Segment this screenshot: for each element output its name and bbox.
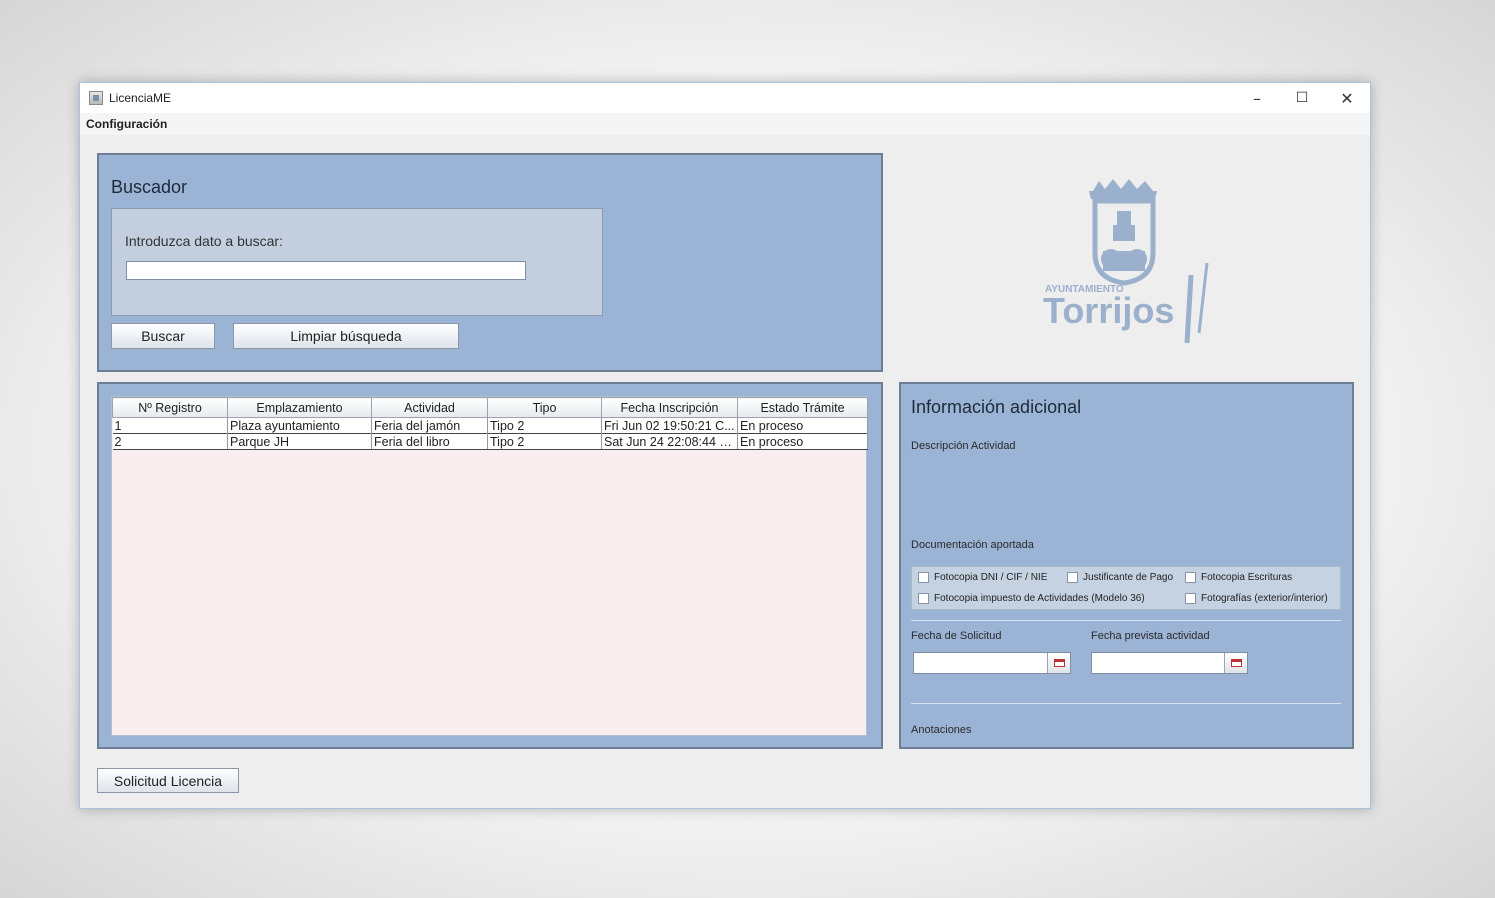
- table-cell: Feria del jamón: [371, 417, 488, 434]
- window-title: LicenciaME: [109, 91, 172, 105]
- results-panel: Nº Registro Emplazamiento Actividad Tipo…: [97, 382, 883, 749]
- request-date-calendar-button[interactable]: [1047, 653, 1070, 673]
- planned-date-calendar-button[interactable]: [1224, 653, 1247, 673]
- divider: [911, 620, 1341, 621]
- table-cell: Parque JH: [227, 433, 372, 450]
- checkbox[interactable]: [1067, 572, 1078, 583]
- close-icon[interactable]: ✕: [1324, 83, 1370, 113]
- table-cell: En proceso: [737, 433, 868, 450]
- doc-payment-checkbox-row[interactable]: Justificante de Pago: [1067, 572, 1173, 583]
- column-header[interactable]: Nº Registro: [112, 397, 228, 418]
- checkbox[interactable]: [1185, 572, 1196, 583]
- table-cell: Tipo 2: [487, 417, 602, 434]
- table-header-row: Nº Registro Emplazamiento Actividad Tipo…: [112, 397, 868, 418]
- menu-configuracion[interactable]: Configuración: [86, 117, 167, 131]
- column-header[interactable]: Emplazamiento: [227, 397, 372, 418]
- results-table-scroll[interactable]: Nº Registro Emplazamiento Actividad Tipo…: [111, 396, 868, 736]
- search-prompt-label: Introduzca dato a buscar:: [125, 233, 283, 249]
- app-icon: [89, 91, 103, 105]
- planned-date-label: Fecha prevista actividad: [1091, 630, 1210, 642]
- license-request-button[interactable]: Solicitud Licencia: [97, 768, 239, 793]
- table-cell: Plaza ayuntamiento: [227, 417, 372, 434]
- calendar-icon: [1230, 659, 1242, 667]
- table-cell: Feria del libro: [371, 433, 488, 450]
- minimize-icon[interactable]: –: [1234, 83, 1280, 113]
- search-panel: Buscador Introduzca dato a buscar: Busca…: [97, 153, 883, 372]
- checkbox[interactable]: [918, 572, 929, 583]
- table-row[interactable]: 1 Plaza ayuntamiento Feria del jamón Tip…: [112, 417, 868, 434]
- search-button[interactable]: Buscar: [111, 323, 215, 349]
- column-header[interactable]: Tipo: [487, 397, 602, 418]
- documents-box: Fotocopia DNI / CIF / NIE Justificante d…: [911, 566, 1341, 610]
- additional-info-panel: Información adicional Descripción Activi…: [899, 382, 1354, 749]
- column-header[interactable]: Estado Trámite: [737, 397, 868, 418]
- torrijos-logo: AYUNTAMIENTO Torrijos: [1043, 179, 1209, 344]
- search-input[interactable]: [126, 261, 526, 280]
- request-date-field[interactable]: [913, 652, 1071, 674]
- checkbox-label: Fotocopia Escrituras: [1201, 572, 1293, 583]
- doc-tax-checkbox-row[interactable]: Fotocopia impuesto de Actividades (Model…: [918, 593, 1145, 604]
- table-cell: En proceso: [737, 417, 868, 434]
- search-panel-title: Buscador: [111, 177, 188, 197]
- logo-stroke-2: [1197, 262, 1209, 334]
- checkbox[interactable]: [1185, 593, 1196, 604]
- additional-info-title: Información adicional: [911, 397, 1082, 417]
- request-date-label: Fecha de Solicitud: [911, 630, 1002, 642]
- table-cell: Fri Jun 02 19:50:21 C...: [601, 417, 738, 434]
- table-row[interactable]: 2 Parque JH Feria del libro Tipo 2 Sat J…: [112, 433, 868, 450]
- description-label: Descripción Actividad: [911, 440, 1016, 452]
- clear-search-button[interactable]: Limpiar búsqueda: [233, 323, 459, 349]
- results-table: Nº Registro Emplazamiento Actividad Tipo…: [112, 397, 868, 450]
- divider: [911, 703, 1341, 704]
- app-window: LicenciaME – ☐ ✕ Configuración Buscador …: [79, 82, 1371, 809]
- planned-date-field[interactable]: [1091, 652, 1248, 674]
- crown-icon: [1089, 179, 1157, 199]
- doc-dni-checkbox-row[interactable]: Fotocopia DNI / CIF / NIE: [918, 572, 1047, 583]
- table-cell: Sat Jun 24 22:08:44 C...: [601, 433, 738, 450]
- doc-deeds-checkbox-row[interactable]: Fotocopia Escrituras: [1185, 572, 1292, 583]
- logo-big-text: Torrijos: [1043, 290, 1174, 331]
- logo-stroke-1: [1184, 274, 1194, 344]
- table-cell: 2: [112, 433, 228, 450]
- checkbox-label: Fotocopia DNI / CIF / NIE: [934, 572, 1048, 583]
- column-header[interactable]: Fecha Inscripción: [601, 397, 738, 418]
- title-bar[interactable]: LicenciaME – ☐ ✕: [80, 83, 1370, 113]
- maximize-icon[interactable]: ☐: [1279, 83, 1325, 113]
- notes-label: Anotaciones: [911, 724, 972, 736]
- checkbox[interactable]: [918, 593, 929, 604]
- search-box: Introduzca dato a buscar:: [111, 208, 603, 316]
- calendar-icon: [1053, 659, 1065, 667]
- checkbox-label: Justificante de Pago: [1083, 572, 1174, 583]
- column-header[interactable]: Actividad: [371, 397, 488, 418]
- table-cell: Tipo 2: [487, 433, 602, 450]
- documentation-label: Documentación aportada: [911, 539, 1034, 551]
- menu-bar: Configuración: [80, 113, 1370, 135]
- checkbox-label: Fotocopia impuesto de Actividades (Model…: [934, 593, 1145, 604]
- table-cell: 1: [112, 417, 228, 434]
- checkbox-label: Fotografías (exterior/interior): [1201, 593, 1328, 604]
- tower-icon: [1101, 211, 1147, 271]
- doc-photos-checkbox-row[interactable]: Fotografías (exterior/interior): [1185, 593, 1328, 604]
